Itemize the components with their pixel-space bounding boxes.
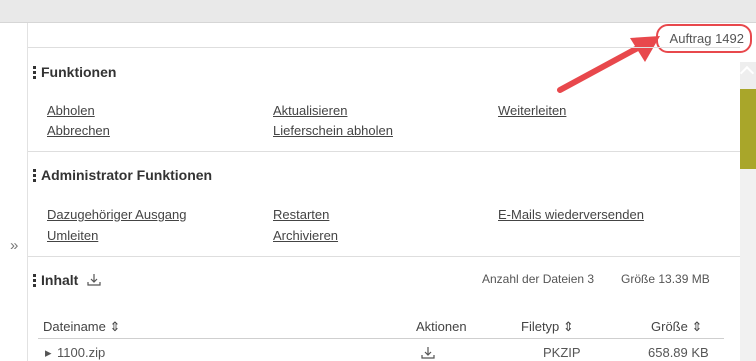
download-icon[interactable] bbox=[87, 273, 101, 287]
link-abholen[interactable]: Abholen bbox=[47, 103, 95, 118]
red-arrow-icon bbox=[557, 36, 660, 93]
content-title: Inhalt bbox=[41, 272, 79, 288]
link-weiterleiten[interactable]: Weiterleiten bbox=[498, 103, 566, 118]
link-lieferschein-abholen[interactable]: Lieferschein abholen bbox=[273, 123, 393, 138]
row-filename[interactable]: 1100.zip bbox=[57, 345, 105, 360]
drag-handle-icon[interactable] bbox=[33, 168, 36, 182]
column-header-filename[interactable]: Dateiname ⇕ bbox=[43, 319, 120, 335]
link-archivieren[interactable]: Archivieren bbox=[273, 228, 338, 243]
total-size: Größe 13.39 MB bbox=[621, 272, 710, 286]
column-header-filetype[interactable]: Filetyp ⇕ bbox=[521, 319, 574, 335]
admin-section-title: Administrator Funktionen bbox=[33, 167, 212, 183]
link-aktualisieren[interactable]: Aktualisieren bbox=[273, 103, 347, 118]
download-icon[interactable] bbox=[421, 346, 435, 360]
column-header-actions: Aktionen bbox=[416, 319, 467, 334]
right-side-panel bbox=[739, 62, 756, 361]
file-count: Anzahl der Dateien 3 bbox=[482, 272, 595, 286]
link-abbrechen[interactable]: Abbrechen bbox=[47, 123, 110, 138]
chevron-up-icon bbox=[739, 65, 755, 81]
double-chevron-right-icon[interactable]: » bbox=[10, 238, 18, 253]
divider bbox=[28, 151, 740, 152]
functions-title: Funktionen bbox=[41, 64, 117, 80]
functions-section-title: Funktionen bbox=[33, 64, 116, 80]
accent-tab[interactable] bbox=[740, 89, 756, 169]
link-umleiten[interactable]: Umleiten bbox=[47, 228, 98, 243]
drag-handle-icon[interactable] bbox=[33, 273, 36, 287]
link-restarten[interactable]: Restarten bbox=[273, 207, 329, 222]
drag-handle-icon[interactable] bbox=[33, 65, 36, 79]
row-size: 658.89 KB bbox=[648, 345, 709, 360]
scroll-up-button[interactable] bbox=[739, 62, 756, 89]
row-filetype: PKZIP bbox=[543, 345, 581, 360]
top-bar bbox=[0, 0, 756, 23]
admin-title: Administrator Funktionen bbox=[41, 167, 213, 183]
column-header-size[interactable]: Größe ⇕ bbox=[651, 319, 702, 335]
left-collapse-panel bbox=[0, 23, 28, 361]
link-emails-wiederversenden[interactable]: E-Mails wiederversenden bbox=[498, 207, 644, 222]
table-header-divider bbox=[38, 338, 724, 339]
expand-row-icon[interactable]: ▸ bbox=[45, 345, 52, 361]
link-dazugehoeriger-ausgang[interactable]: Dazugehöriger Ausgang bbox=[47, 207, 187, 222]
order-label: Auftrag 1492 bbox=[655, 24, 752, 53]
content-section-title: Inhalt bbox=[33, 272, 101, 288]
divider bbox=[28, 256, 740, 257]
divider bbox=[28, 47, 740, 48]
